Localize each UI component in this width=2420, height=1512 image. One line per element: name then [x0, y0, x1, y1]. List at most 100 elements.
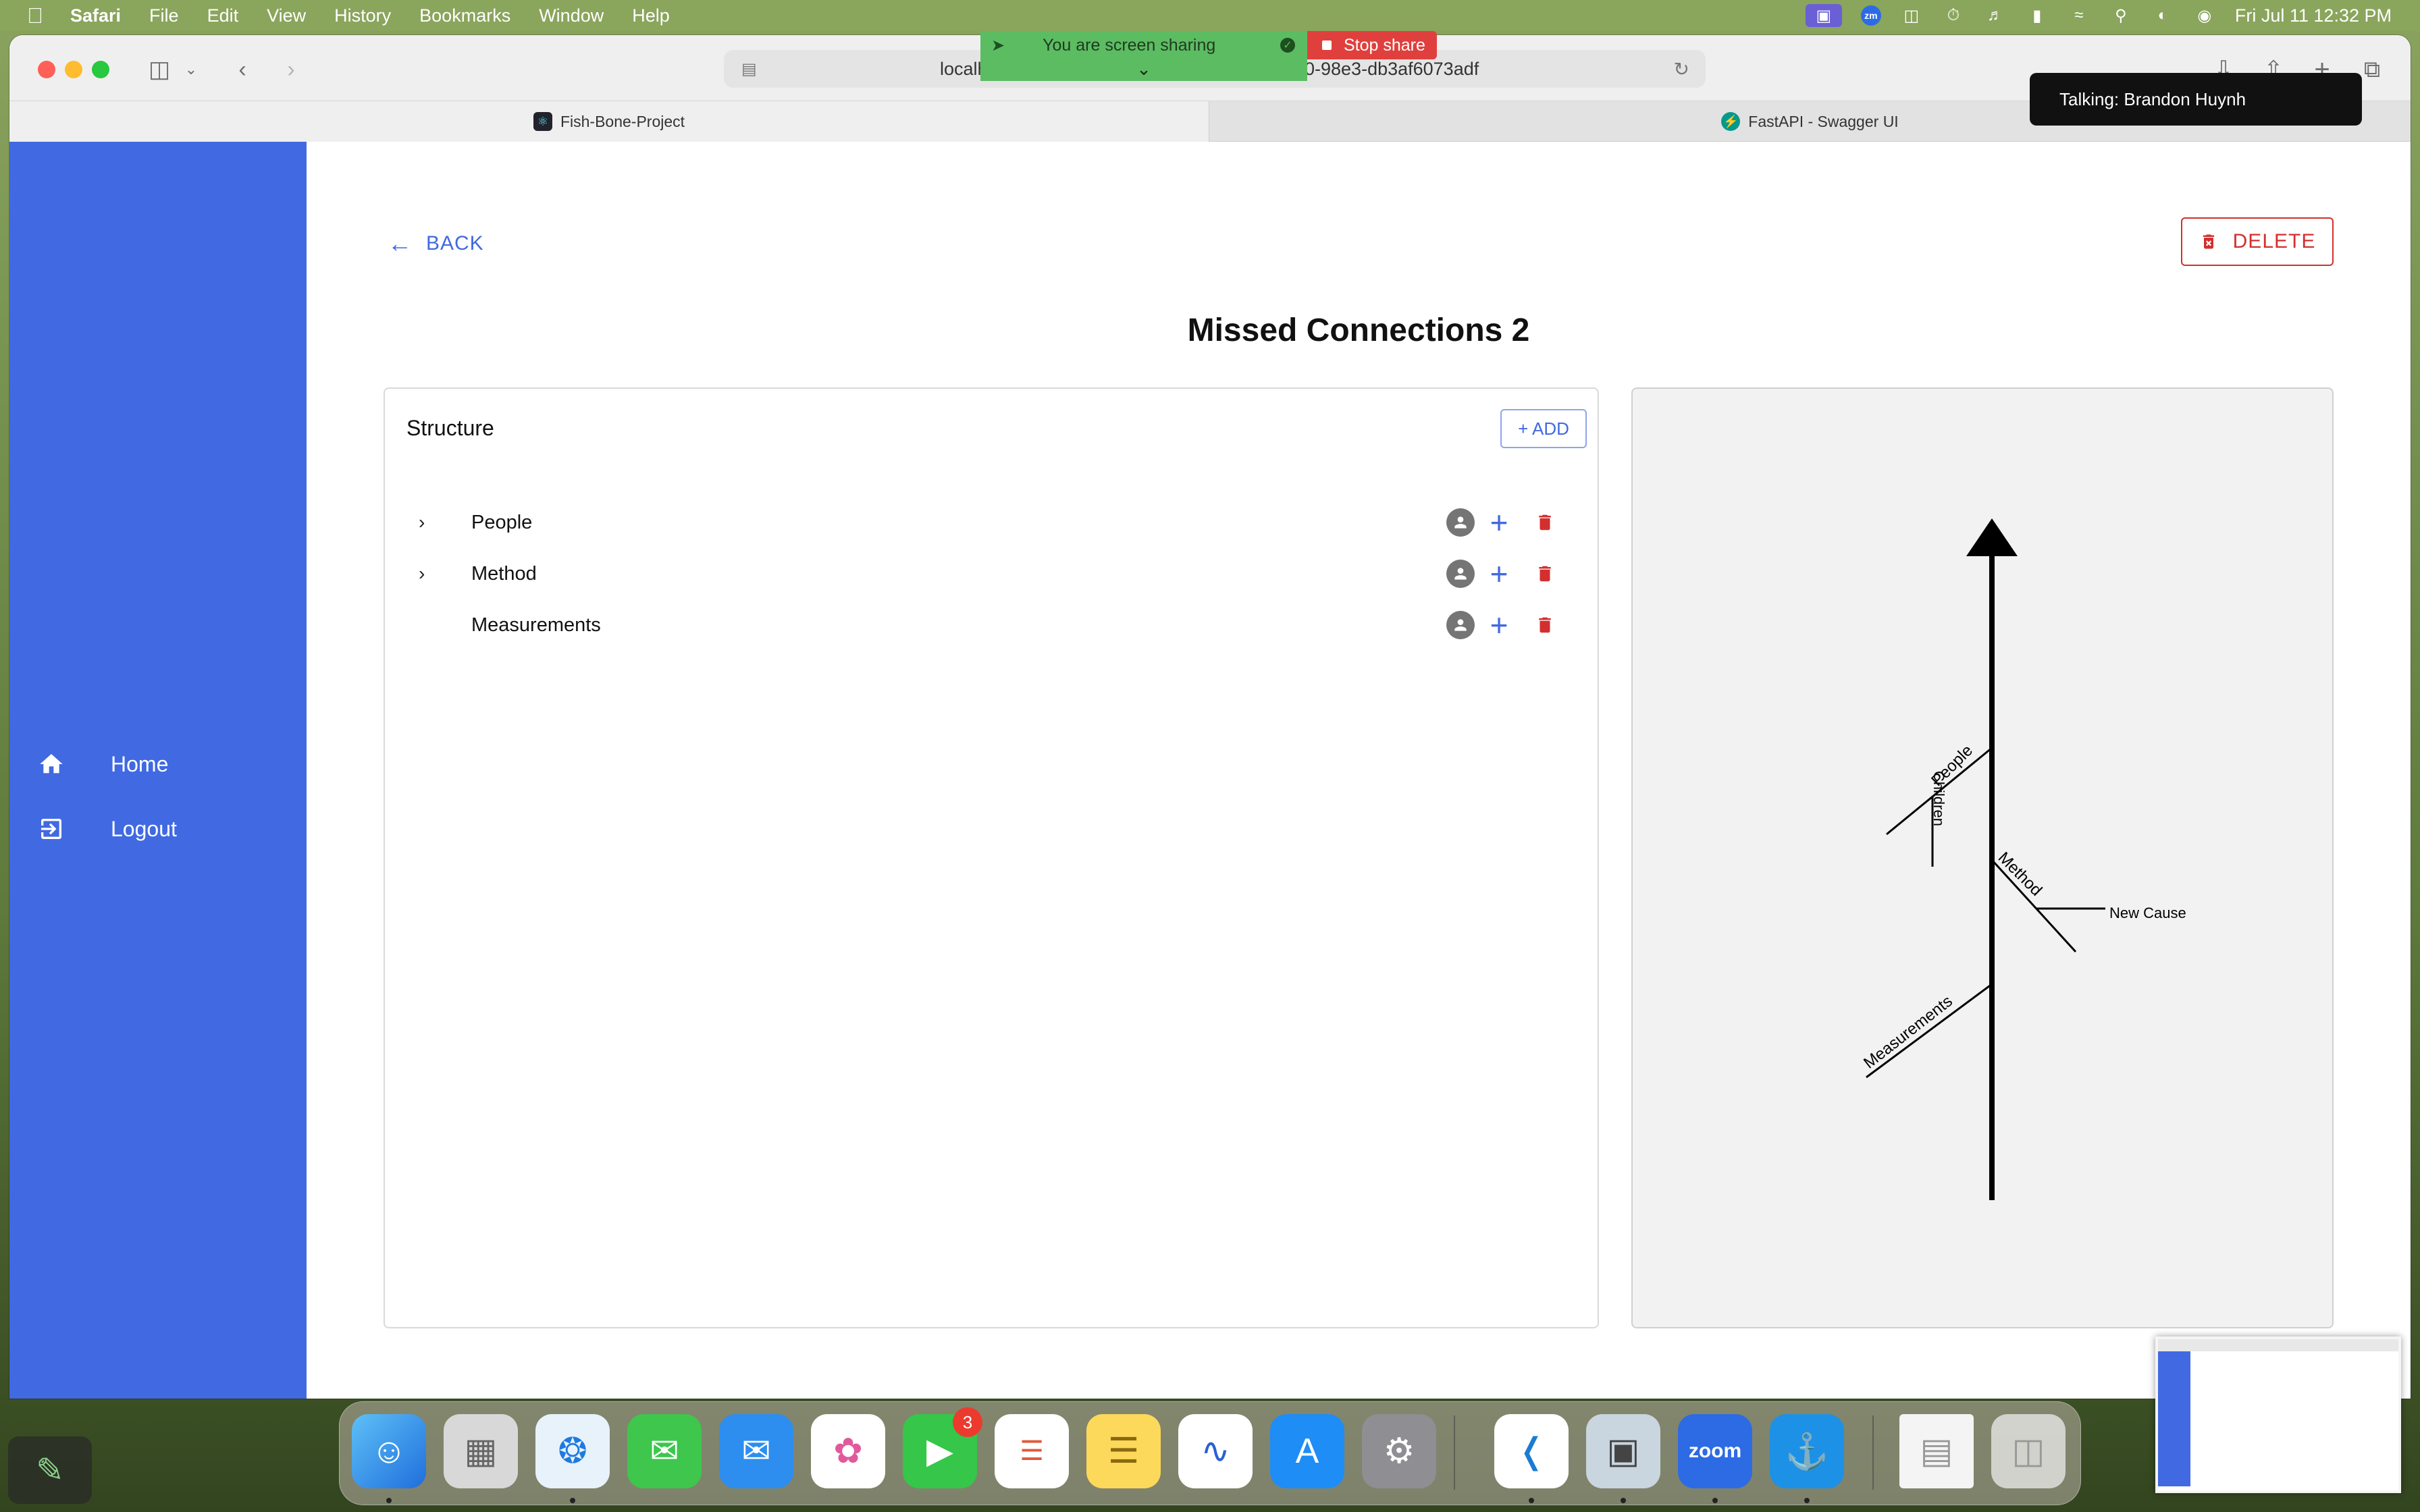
wifi-icon[interactable]: ≈ — [2068, 6, 2090, 25]
menu-bookmarks[interactable]: Bookmarks — [419, 5, 510, 26]
tree-row-label: People — [471, 511, 533, 533]
chevron-right-icon[interactable]: › — [419, 563, 439, 585]
add-child-icon[interactable]: + — [1484, 610, 1514, 641]
chevron-down-icon[interactable]: ⌄ — [181, 53, 201, 86]
menu-help[interactable]: Help — [632, 5, 670, 26]
sidebar-toggle-icon[interactable]: ◫ — [142, 53, 177, 86]
tree-row-measurements[interactable]: Measurements + — [406, 605, 1581, 645]
screen-share-thumbnail[interactable] — [2155, 1336, 2401, 1493]
running-indicator — [1621, 1498, 1626, 1503]
trash-icon[interactable] — [1530, 610, 1560, 640]
facetime-badge: 3 — [953, 1407, 982, 1437]
chevron-right-icon[interactable]: › — [419, 512, 439, 533]
menu-file[interactable]: File — [149, 5, 179, 26]
row-actions: + — [1446, 558, 1560, 589]
reload-icon[interactable]: ↻ — [1674, 58, 1689, 80]
fishbone-diagram-panel: People Children Method New Cause Measure… — [1631, 387, 2334, 1328]
diagram-label-measurements: Measurements — [1860, 992, 1956, 1073]
back-button[interactable]: ← BACK — [388, 230, 484, 258]
minimize-window-button[interactable] — [65, 61, 82, 78]
apple-icon[interactable]:  — [27, 4, 47, 27]
menu-edit[interactable]: Edit — [207, 5, 239, 26]
menu-bar:  Safari File Edit View History Bookmark… — [0, 0, 2420, 31]
close-window-button[interactable] — [38, 61, 55, 78]
fishbone-diagram: People Children Method New Cause Measure… — [1860, 518, 2186, 1200]
tree-row-people[interactable]: › People + — [406, 502, 1581, 543]
add-category-button[interactable]: + ADD — [1500, 409, 1587, 448]
add-child-icon[interactable]: + — [1484, 507, 1514, 538]
zoom-share-icon[interactable]: ▣ — [1805, 4, 1842, 27]
add-child-icon[interactable]: + — [1484, 558, 1514, 589]
arrow-left-icon: ← — [388, 230, 413, 257]
sidebar-item-home[interactable]: Home — [34, 747, 168, 782]
safari-icon[interactable]: ❂ — [535, 1414, 610, 1488]
sidebar-item-logout[interactable]: Logout — [34, 811, 177, 846]
app-store-icon[interactable]: A — [1270, 1414, 1344, 1488]
menu-app-name[interactable]: Safari — [70, 5, 121, 26]
vscode-icon[interactable]: ❬ — [1494, 1414, 1569, 1488]
page-settings-icon[interactable]: ▤ — [741, 59, 757, 79]
dock-separator — [1454, 1415, 1455, 1490]
tab-label: FastAPI - Swagger UI — [1748, 112, 1899, 130]
dock-separator — [1872, 1415, 1874, 1490]
notes-icon[interactable]: ☰ — [1086, 1414, 1161, 1488]
system-settings-icon[interactable]: ⚙ — [1362, 1414, 1436, 1488]
react-icon: ⚛ — [533, 112, 552, 131]
screen-mirror-icon[interactable]: ◫ — [1900, 6, 1923, 25]
menu-history[interactable]: History — [334, 5, 391, 26]
zoom-icon[interactable]: zm — [1860, 5, 1881, 26]
launchpad-icon[interactable]: ▦ — [444, 1414, 518, 1488]
shield-check-icon: ✓ — [1280, 38, 1295, 53]
docker-icon[interactable]: ⚓ — [1770, 1414, 1844, 1488]
sidebar-item-label: Home — [111, 751, 169, 776]
zoom-app-icon[interactable]: zoom — [1678, 1414, 1752, 1488]
screen-share-banner[interactable]: ➤ You are screen sharing ✓ ⌄ — [980, 31, 1307, 81]
finder-icon[interactable]: ☺ — [352, 1414, 426, 1488]
structure-panel: Structure + ADD › People + › Method + Me… — [384, 387, 1599, 1328]
tree-row-method[interactable]: › Method + — [406, 554, 1581, 594]
thumbnail-sidebar — [2158, 1351, 2190, 1486]
thumbnail-header — [2158, 1339, 2398, 1351]
stop-share-label: Stop share — [1344, 35, 1425, 55]
assign-person-icon[interactable] — [1446, 611, 1475, 639]
assign-person-icon[interactable] — [1446, 560, 1475, 588]
trash-icon[interactable] — [1530, 508, 1560, 537]
forward-nav-icon[interactable]: › — [274, 53, 308, 86]
battery-icon[interactable]: ▮ — [2026, 6, 2049, 25]
back-nav-icon[interactable]: ‹ — [226, 53, 259, 86]
share-status-text: You are screen sharing — [1043, 35, 1216, 55]
siri-icon[interactable]: ◉ — [2193, 6, 2216, 25]
row-actions: + — [1446, 610, 1560, 641]
talking-indicator: Talking: Brandon Huynh — [2030, 73, 2362, 126]
delete-button[interactable]: DELETE — [2181, 217, 2334, 266]
running-indicator — [1804, 1498, 1810, 1503]
tree-row-label: Method — [471, 562, 537, 585]
timer-icon[interactable]: ⏱ — [1942, 6, 1965, 25]
recent-window-icon[interactable]: ▤ — [1899, 1414, 1974, 1488]
running-indicator — [570, 1498, 575, 1503]
trash-bin-icon[interactable]: ◫ — [1991, 1414, 2066, 1488]
menu-clock[interactable]: Fri Jul 11 12:32 PM — [2235, 5, 2392, 26]
reminders-icon[interactable]: ☰ — [995, 1414, 1069, 1488]
menu-window[interactable]: Window — [539, 5, 604, 26]
messages-icon[interactable]: ✉ — [627, 1414, 702, 1488]
photos-icon[interactable]: ✿ — [811, 1414, 885, 1488]
mail-icon[interactable]: ✉ — [719, 1414, 793, 1488]
freeform-icon[interactable]: ∿ — [1178, 1414, 1253, 1488]
audio-icon[interactable]: ♬ — [1984, 6, 2007, 25]
control-center-icon[interactable]: ◐ — [2151, 6, 2174, 25]
search-icon[interactable]: ⚲ — [2109, 6, 2132, 25]
zoom-window-button[interactable] — [92, 61, 109, 78]
share-menu-chevron-icon[interactable]: ⌄ — [980, 59, 1307, 81]
annotate-pen-icon[interactable]: ✎ — [8, 1436, 92, 1504]
assign-person-icon[interactable] — [1446, 508, 1475, 537]
menu-view[interactable]: View — [267, 5, 306, 26]
preview-icon[interactable]: ▣ — [1586, 1414, 1660, 1488]
delete-icon — [2199, 230, 2218, 253]
page-content: Home Logout ← BACK DELETE Missed Connect… — [9, 142, 2411, 1399]
diagram-bone-method — [1991, 859, 2077, 953]
diagram-label-method-child: New Cause — [2109, 905, 2186, 921]
tab-fish-bone[interactable]: ⚛ Fish-Bone-Project — [9, 101, 1209, 142]
trash-icon[interactable] — [1530, 559, 1560, 589]
stop-share-button[interactable]: Stop share — [1307, 31, 1437, 59]
